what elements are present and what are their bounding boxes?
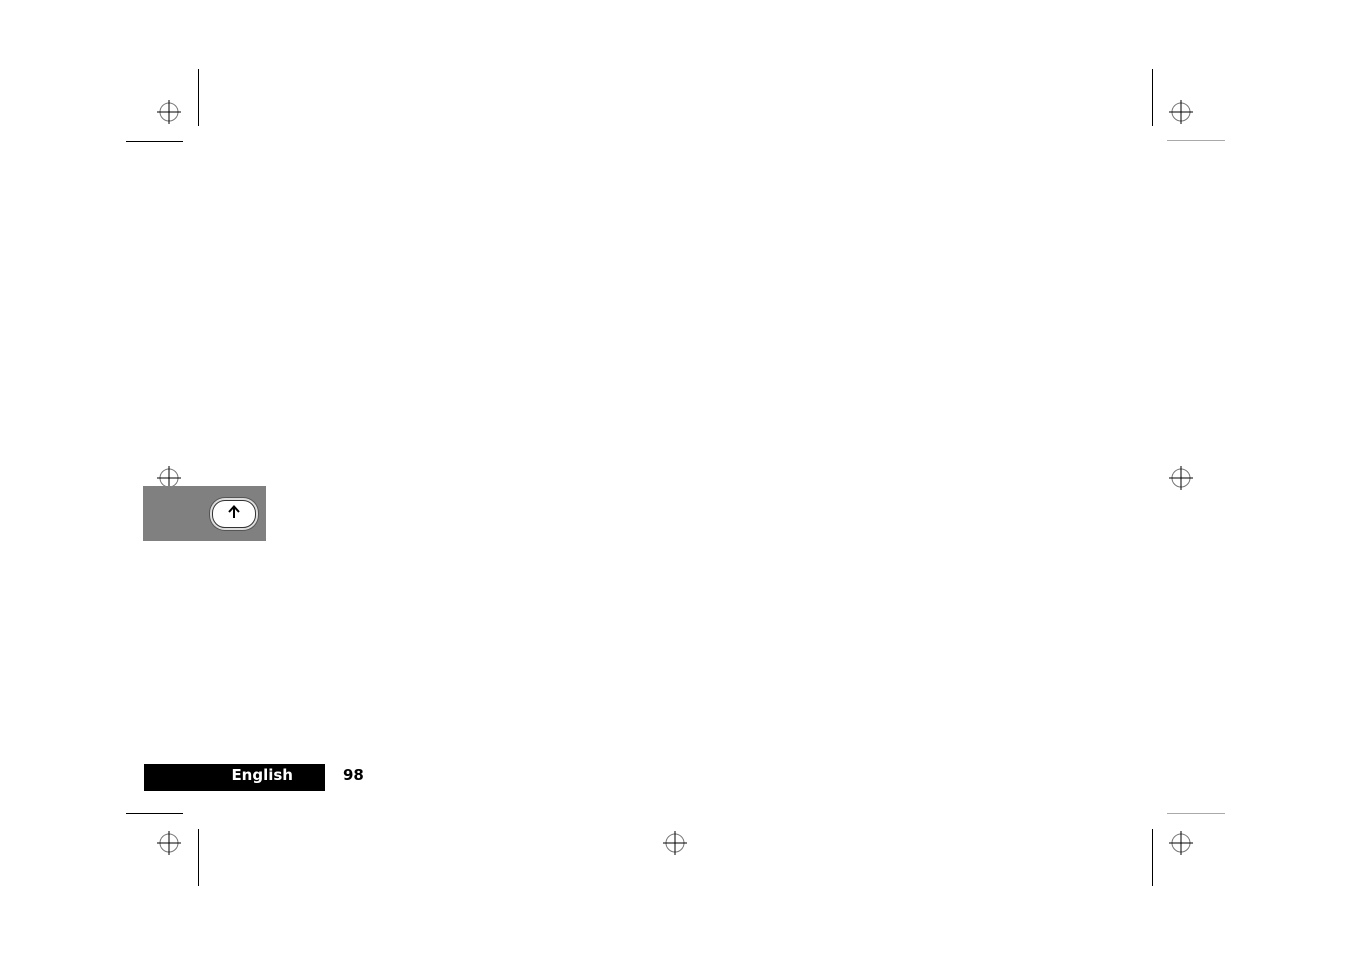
crop-mark-bottom-right-vertical xyxy=(1152,829,1153,886)
up-arrow-key-icon xyxy=(226,504,242,524)
crosshair-registration-icon xyxy=(157,100,181,124)
language-label: English xyxy=(144,764,325,791)
crop-mark-bottom-left-vertical xyxy=(198,829,199,886)
crosshair-registration-icon xyxy=(157,831,181,855)
up-key-button xyxy=(212,500,256,528)
crosshair-registration-icon xyxy=(1169,466,1193,490)
crop-mark-bottom-right-horizontal xyxy=(1167,813,1225,814)
crop-mark-top-right-vertical xyxy=(1152,69,1153,126)
crop-mark-top-left-horizontal xyxy=(126,141,183,142)
crosshair-registration-icon xyxy=(663,831,687,855)
crop-mark-top-left-vertical xyxy=(198,69,199,126)
crosshair-registration-icon xyxy=(1169,831,1193,855)
crosshair-registration-icon xyxy=(1169,100,1193,124)
crop-mark-bottom-left-horizontal xyxy=(126,813,183,814)
page-number: 98 xyxy=(343,766,364,784)
crop-mark-top-right-horizontal xyxy=(1167,140,1225,141)
